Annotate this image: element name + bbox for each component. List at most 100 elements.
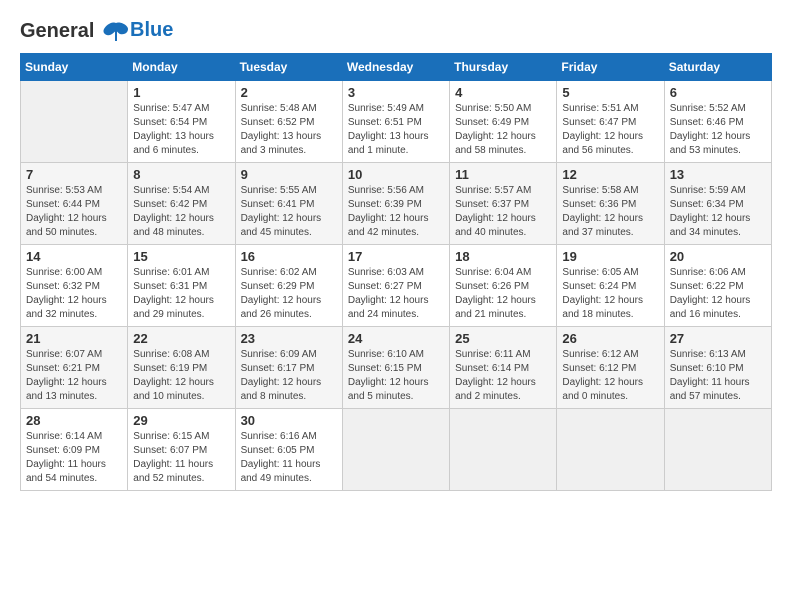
calendar-cell	[664, 408, 771, 490]
day-number: 8	[133, 167, 229, 182]
day-info: Sunrise: 6:10 AMSunset: 6:15 PMDaylight:…	[348, 348, 444, 404]
day-number: 18	[455, 249, 551, 264]
day-info: Sunrise: 6:16 AMSunset: 6:05 PMDaylight:…	[241, 430, 337, 486]
calendar-cell: 8 Sunrise: 5:54 AMSunset: 6:42 PMDayligh…	[128, 162, 235, 244]
calendar-cell: 29 Sunrise: 6:15 AMSunset: 6:07 PMDaylig…	[128, 408, 235, 490]
day-info: Sunrise: 6:06 AMSunset: 6:22 PMDaylight:…	[670, 266, 766, 322]
day-info: Sunrise: 5:51 AMSunset: 6:47 PMDaylight:…	[562, 102, 658, 158]
calendar-cell: 9 Sunrise: 5:55 AMSunset: 6:41 PMDayligh…	[235, 162, 342, 244]
day-number: 6	[670, 85, 766, 100]
header-sunday: Sunday	[21, 53, 128, 80]
day-info: Sunrise: 6:14 AMSunset: 6:09 PMDaylight:…	[26, 430, 122, 486]
day-number: 23	[241, 331, 337, 346]
day-number: 4	[455, 85, 551, 100]
day-number: 28	[26, 413, 122, 428]
day-number: 10	[348, 167, 444, 182]
calendar-cell	[342, 408, 449, 490]
day-number: 5	[562, 85, 658, 100]
header-saturday: Saturday	[664, 53, 771, 80]
day-number: 29	[133, 413, 229, 428]
calendar-cell: 18 Sunrise: 6:04 AMSunset: 6:26 PMDaylig…	[450, 244, 557, 326]
page-header: General Blue	[20, 20, 772, 43]
day-number: 22	[133, 331, 229, 346]
calendar-cell: 15 Sunrise: 6:01 AMSunset: 6:31 PMDaylig…	[128, 244, 235, 326]
day-number: 21	[26, 331, 122, 346]
day-number: 7	[26, 167, 122, 182]
day-number: 17	[348, 249, 444, 264]
day-number: 30	[241, 413, 337, 428]
calendar-cell	[557, 408, 664, 490]
week-row-4: 21 Sunrise: 6:07 AMSunset: 6:21 PMDaylig…	[21, 326, 772, 408]
calendar-cell: 4 Sunrise: 5:50 AMSunset: 6:49 PMDayligh…	[450, 80, 557, 162]
calendar-cell: 19 Sunrise: 6:05 AMSunset: 6:24 PMDaylig…	[557, 244, 664, 326]
day-number: 3	[348, 85, 444, 100]
calendar-table: SundayMondayTuesdayWednesdayThursdayFrid…	[20, 53, 772, 491]
day-info: Sunrise: 5:58 AMSunset: 6:36 PMDaylight:…	[562, 184, 658, 240]
day-info: Sunrise: 6:11 AMSunset: 6:14 PMDaylight:…	[455, 348, 551, 404]
logo-blue: Blue	[130, 19, 173, 41]
day-number: 12	[562, 167, 658, 182]
day-info: Sunrise: 5:52 AMSunset: 6:46 PMDaylight:…	[670, 102, 766, 158]
day-info: Sunrise: 6:15 AMSunset: 6:07 PMDaylight:…	[133, 430, 229, 486]
week-row-3: 14 Sunrise: 6:00 AMSunset: 6:32 PMDaylig…	[21, 244, 772, 326]
day-info: Sunrise: 6:00 AMSunset: 6:32 PMDaylight:…	[26, 266, 122, 322]
calendar-header-row: SundayMondayTuesdayWednesdayThursdayFrid…	[21, 53, 772, 80]
day-info: Sunrise: 5:55 AMSunset: 6:41 PMDaylight:…	[241, 184, 337, 240]
day-number: 27	[670, 331, 766, 346]
header-thursday: Thursday	[450, 53, 557, 80]
day-number: 25	[455, 331, 551, 346]
day-number: 26	[562, 331, 658, 346]
calendar-cell: 10 Sunrise: 5:56 AMSunset: 6:39 PMDaylig…	[342, 162, 449, 244]
logo-general: General	[20, 20, 94, 42]
day-info: Sunrise: 5:49 AMSunset: 6:51 PMDaylight:…	[348, 102, 444, 158]
day-number: 16	[241, 249, 337, 264]
calendar-cell: 23 Sunrise: 6:09 AMSunset: 6:17 PMDaylig…	[235, 326, 342, 408]
logo-bird-icon	[102, 21, 130, 43]
calendar-cell: 11 Sunrise: 5:57 AMSunset: 6:37 PMDaylig…	[450, 162, 557, 244]
day-info: Sunrise: 5:50 AMSunset: 6:49 PMDaylight:…	[455, 102, 551, 158]
calendar-cell: 21 Sunrise: 6:07 AMSunset: 6:21 PMDaylig…	[21, 326, 128, 408]
week-row-5: 28 Sunrise: 6:14 AMSunset: 6:09 PMDaylig…	[21, 408, 772, 490]
day-number: 19	[562, 249, 658, 264]
day-info: Sunrise: 6:07 AMSunset: 6:21 PMDaylight:…	[26, 348, 122, 404]
day-info: Sunrise: 5:59 AMSunset: 6:34 PMDaylight:…	[670, 184, 766, 240]
calendar-cell: 22 Sunrise: 6:08 AMSunset: 6:19 PMDaylig…	[128, 326, 235, 408]
day-number: 14	[26, 249, 122, 264]
calendar-cell: 7 Sunrise: 5:53 AMSunset: 6:44 PMDayligh…	[21, 162, 128, 244]
calendar-cell: 28 Sunrise: 6:14 AMSunset: 6:09 PMDaylig…	[21, 408, 128, 490]
calendar-cell: 12 Sunrise: 5:58 AMSunset: 6:36 PMDaylig…	[557, 162, 664, 244]
day-info: Sunrise: 5:48 AMSunset: 6:52 PMDaylight:…	[241, 102, 337, 158]
day-number: 2	[241, 85, 337, 100]
calendar-cell: 26 Sunrise: 6:12 AMSunset: 6:12 PMDaylig…	[557, 326, 664, 408]
calendar-cell: 2 Sunrise: 5:48 AMSunset: 6:52 PMDayligh…	[235, 80, 342, 162]
day-number: 15	[133, 249, 229, 264]
calendar-cell: 1 Sunrise: 5:47 AMSunset: 6:54 PMDayligh…	[128, 80, 235, 162]
day-info: Sunrise: 6:08 AMSunset: 6:19 PMDaylight:…	[133, 348, 229, 404]
day-info: Sunrise: 5:54 AMSunset: 6:42 PMDaylight:…	[133, 184, 229, 240]
calendar-cell: 25 Sunrise: 6:11 AMSunset: 6:14 PMDaylig…	[450, 326, 557, 408]
header-tuesday: Tuesday	[235, 53, 342, 80]
day-number: 20	[670, 249, 766, 264]
week-row-1: 1 Sunrise: 5:47 AMSunset: 6:54 PMDayligh…	[21, 80, 772, 162]
day-number: 1	[133, 85, 229, 100]
calendar-cell: 24 Sunrise: 6:10 AMSunset: 6:15 PMDaylig…	[342, 326, 449, 408]
day-info: Sunrise: 6:01 AMSunset: 6:31 PMDaylight:…	[133, 266, 229, 322]
calendar-cell: 13 Sunrise: 5:59 AMSunset: 6:34 PMDaylig…	[664, 162, 771, 244]
day-info: Sunrise: 5:53 AMSunset: 6:44 PMDaylight:…	[26, 184, 122, 240]
header-monday: Monday	[128, 53, 235, 80]
day-number: 13	[670, 167, 766, 182]
calendar-cell: 27 Sunrise: 6:13 AMSunset: 6:10 PMDaylig…	[664, 326, 771, 408]
day-info: Sunrise: 5:47 AMSunset: 6:54 PMDaylight:…	[133, 102, 229, 158]
calendar-cell: 30 Sunrise: 6:16 AMSunset: 6:05 PMDaylig…	[235, 408, 342, 490]
calendar-cell: 3 Sunrise: 5:49 AMSunset: 6:51 PMDayligh…	[342, 80, 449, 162]
calendar-cell	[450, 408, 557, 490]
day-info: Sunrise: 6:03 AMSunset: 6:27 PMDaylight:…	[348, 266, 444, 322]
week-row-2: 7 Sunrise: 5:53 AMSunset: 6:44 PMDayligh…	[21, 162, 772, 244]
day-info: Sunrise: 6:12 AMSunset: 6:12 PMDaylight:…	[562, 348, 658, 404]
calendar-cell: 20 Sunrise: 6:06 AMSunset: 6:22 PMDaylig…	[664, 244, 771, 326]
day-info: Sunrise: 6:02 AMSunset: 6:29 PMDaylight:…	[241, 266, 337, 322]
day-number: 24	[348, 331, 444, 346]
header-wednesday: Wednesday	[342, 53, 449, 80]
day-info: Sunrise: 6:04 AMSunset: 6:26 PMDaylight:…	[455, 266, 551, 322]
day-number: 11	[455, 167, 551, 182]
